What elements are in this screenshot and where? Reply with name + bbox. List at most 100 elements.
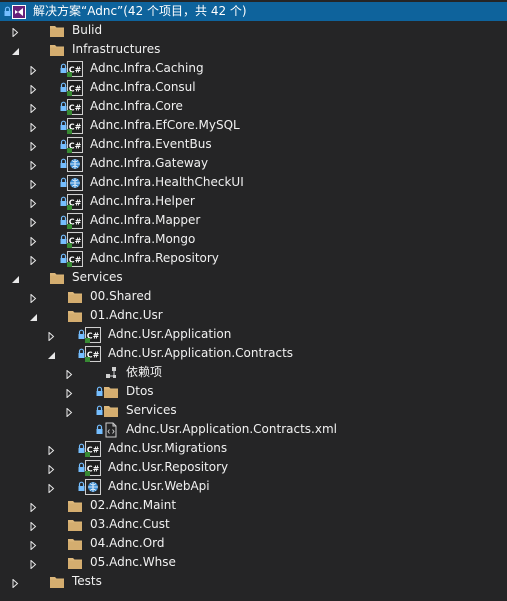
- expand-arrow-right-icon[interactable]: [29, 235, 38, 247]
- tree-item[interactable]: C# Adnc.Infra.EfCore.MySQL: [0, 116, 507, 135]
- tree-item[interactable]: Infrastructures: [0, 40, 507, 59]
- lock-icon: [60, 253, 67, 264]
- tree-item-label: Adnc.Usr.WebApi: [108, 479, 210, 493]
- tree-item-label: Adnc.Usr.Repository: [108, 460, 229, 474]
- web-project-icon: [67, 175, 83, 191]
- expand-arrow-right-icon[interactable]: [65, 368, 74, 380]
- lock-icon: [78, 443, 85, 454]
- lock-icon: [60, 177, 67, 188]
- tree-item-label: Services: [72, 270, 123, 284]
- csharp-project-icon: C#: [67, 194, 83, 210]
- solution-explorer-tree: 解决方案“Adnc”(42 个项目，共 42 个) Bulid Infrastru…: [0, 0, 507, 601]
- tree-item-label: Tests: [72, 574, 102, 588]
- expand-arrow-right-icon[interactable]: [29, 254, 38, 266]
- csharp-project-icon: C#: [67, 251, 83, 267]
- tree-item[interactable]: Dtos: [0, 382, 507, 401]
- tree-item[interactable]: 依赖项: [0, 363, 507, 382]
- expand-arrow-right-icon[interactable]: [29, 501, 38, 513]
- expand-arrow-down-icon[interactable]: [11, 45, 20, 55]
- lock-icon: [78, 481, 85, 492]
- tree-item[interactable]: 01.Adnc.Usr: [0, 306, 507, 325]
- tree-item[interactable]: Adnc.Infra.HealthCheckUI: [0, 173, 507, 192]
- tree-item[interactable]: 04.Adnc.Ord: [0, 534, 507, 553]
- expand-arrow-right-icon[interactable]: [29, 159, 38, 171]
- tree-item[interactable]: Adnc.Infra.Gateway: [0, 154, 507, 173]
- expand-arrow-right-icon[interactable]: [29, 216, 38, 228]
- folder-icon: [49, 574, 65, 590]
- expand-arrow-right-icon[interactable]: [47, 463, 56, 475]
- tree-item-label: Adnc.Infra.Gateway: [90, 156, 209, 170]
- csharp-project-icon: C#: [67, 213, 83, 229]
- tree-item[interactable]: C# Adnc.Infra.Repository: [0, 249, 507, 268]
- tree-item[interactable]: C# Adnc.Infra.Mapper: [0, 211, 507, 230]
- tree-item-label: Dtos: [126, 384, 154, 398]
- tree-item[interactable]: Services: [0, 401, 507, 420]
- tree-item[interactable]: 05.Adnc.Whse: [0, 553, 507, 572]
- expand-arrow-right-icon[interactable]: [29, 178, 38, 190]
- expand-arrow-right-icon[interactable]: [11, 26, 20, 38]
- expand-arrow-right-icon[interactable]: [11, 577, 20, 589]
- expand-arrow-right-icon[interactable]: [29, 558, 38, 570]
- expand-arrow-down-icon[interactable]: [11, 273, 20, 283]
- tree-item[interactable]: C# Adnc.Usr.Repository: [0, 458, 507, 477]
- tree-item[interactable]: C# Adnc.Infra.EventBus: [0, 135, 507, 154]
- tree-item-label: Adnc.Infra.Consul: [90, 80, 196, 94]
- lock-icon: [60, 139, 67, 150]
- expand-arrow-right-icon[interactable]: [29, 292, 38, 304]
- folder-icon: [67, 308, 83, 324]
- csharp-project-icon: C#: [85, 327, 101, 343]
- tree-item[interactable]: C# Adnc.Usr.Application: [0, 325, 507, 344]
- tree-item[interactable]: Services: [0, 268, 507, 287]
- csharp-project-icon: C#: [67, 61, 83, 77]
- lock-icon: [4, 6, 11, 17]
- expand-arrow-right-icon[interactable]: [47, 444, 56, 456]
- tree-item[interactable]: C# Adnc.Infra.Core: [0, 97, 507, 116]
- expand-arrow-right-icon[interactable]: [29, 140, 38, 152]
- tree-item-label: 02.Adnc.Maint: [90, 498, 177, 512]
- tree-item-label: 04.Adnc.Ord: [90, 536, 165, 550]
- tree-item[interactable]: C# Adnc.Infra.Mongo: [0, 230, 507, 249]
- lock-icon: [78, 348, 85, 359]
- tree-item-label: Adnc.Usr.Application.Contracts: [108, 346, 294, 360]
- expand-arrow-right-icon[interactable]: [65, 406, 74, 418]
- expand-arrow-right-icon[interactable]: [29, 83, 38, 95]
- tree-item-label: Adnc.Infra.EventBus: [90, 137, 212, 151]
- csharp-project-icon: C#: [67, 99, 83, 115]
- tree-item[interactable]: C# Adnc.Usr.Migrations: [0, 439, 507, 458]
- tree-item-label: Adnc.Infra.HealthCheckUI: [90, 175, 244, 189]
- lock-icon: [96, 405, 103, 416]
- tree-item[interactable]: C# Adnc.Usr.Application.Contracts: [0, 344, 507, 363]
- expand-arrow-right-icon[interactable]: [29, 64, 38, 76]
- lock-icon: [60, 63, 67, 74]
- tree-item[interactable]: Bulid: [0, 21, 507, 40]
- folder-icon: [67, 517, 83, 533]
- expand-arrow-right-icon[interactable]: [29, 102, 38, 114]
- tree-item[interactable]: Adnc.Usr.WebApi: [0, 477, 507, 496]
- tree-item[interactable]: C# Adnc.Infra.Consul: [0, 78, 507, 97]
- expand-arrow-down-icon[interactable]: [47, 349, 56, 359]
- tree-item[interactable]: 00.Shared: [0, 287, 507, 306]
- tree-item-label: 00.Shared: [90, 289, 152, 303]
- csharp-project-icon: C#: [67, 232, 83, 248]
- tree-item[interactable]: C# Adnc.Infra.Caching: [0, 59, 507, 78]
- expand-arrow-right-icon[interactable]: [47, 482, 56, 494]
- expand-arrow-right-icon[interactable]: [65, 387, 74, 399]
- csharp-project-icon: C#: [67, 118, 83, 134]
- expand-arrow-right-icon[interactable]: [29, 539, 38, 551]
- tree-item[interactable]: C# Adnc.Infra.Helper: [0, 192, 507, 211]
- tree-item[interactable]: Adnc.Usr.Application.Contracts.xml: [0, 420, 507, 439]
- csharp-project-icon: C#: [67, 137, 83, 153]
- lock-icon: [60, 120, 67, 131]
- expand-arrow-right-icon[interactable]: [47, 330, 56, 342]
- expand-arrow-right-icon[interactable]: [29, 520, 38, 532]
- expand-arrow-right-icon[interactable]: [29, 121, 38, 133]
- csharp-project-icon: C#: [85, 460, 101, 476]
- solution-node[interactable]: 解决方案“Adnc”(42 个项目，共 42 个): [0, 2, 507, 21]
- tree-item-label: 03.Adnc.Cust: [90, 517, 170, 531]
- expand-arrow-down-icon[interactable]: [29, 311, 38, 321]
- tree-item[interactable]: 03.Adnc.Cust: [0, 515, 507, 534]
- expand-arrow-right-icon[interactable]: [29, 197, 38, 209]
- tree-item[interactable]: 02.Adnc.Maint: [0, 496, 507, 515]
- tree-item-label: Services: [126, 403, 177, 417]
- tree-item[interactable]: Tests: [0, 572, 507, 591]
